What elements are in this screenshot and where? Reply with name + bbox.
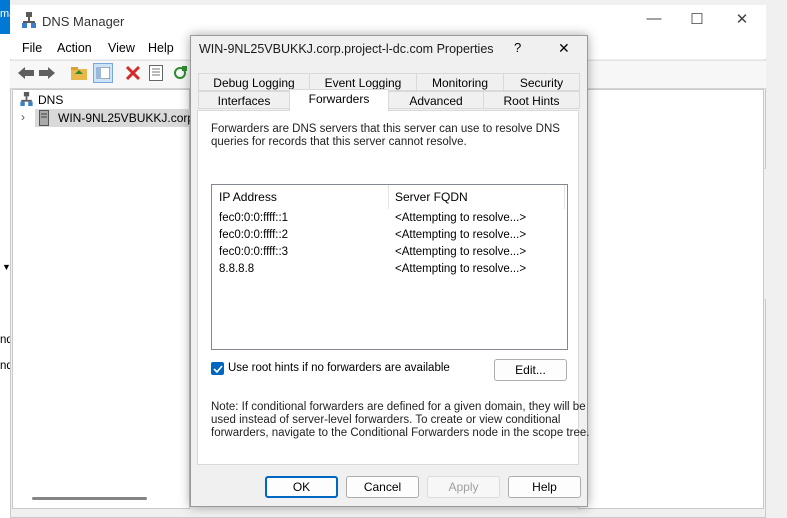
show-hide-tree-icon[interactable] <box>93 63 113 83</box>
close-window-icon[interactable]: ✕ <box>730 10 754 30</box>
column-divider-end <box>564 185 565 209</box>
row-3-ip[interactable]: fec0:0:0:ffff::3 <box>219 246 288 258</box>
column-divider <box>388 185 389 209</box>
note-line-2: used instead of server-level forwarders.… <box>211 414 561 426</box>
delete-icon[interactable] <box>124 64 142 82</box>
console-tree <box>12 89 190 509</box>
dialog-close-icon[interactable]: ✕ <box>558 40 570 57</box>
results-pane <box>578 89 764 509</box>
row-2-ip[interactable]: fec0:0:0:ffff::2 <box>219 229 288 241</box>
tab-forwarders[interactable]: Forwarders <box>289 89 389 110</box>
active-tab-joiner <box>290 108 388 111</box>
help-button[interactable]: Help <box>508 476 581 498</box>
ok-button[interactable]: OK <box>265 476 338 498</box>
forward-icon[interactable] <box>38 64 56 82</box>
menu-help[interactable]: Help <box>148 41 174 55</box>
row-4-ip[interactable]: 8.8.8.8 <box>219 263 254 275</box>
tab-advanced[interactable]: Advanced <box>388 91 484 109</box>
root-hints-label[interactable]: Use root hints if no forwarders are avai… <box>228 362 450 374</box>
tab-interfaces[interactable]: Interfaces <box>198 91 290 109</box>
menu-action[interactable]: Action <box>57 41 92 55</box>
note-line-1: Note: If conditional forwarders are defi… <box>211 401 586 413</box>
tree-root-dns[interactable]: DNS <box>38 93 63 107</box>
description-line-2: queries for records that this server can… <box>211 136 467 148</box>
refresh-icon[interactable] <box>171 64 189 82</box>
maximize-icon[interactable]: ☐ <box>685 10 709 30</box>
column-server-fqdn[interactable]: Server FQDN <box>395 190 468 204</box>
window-title: DNS Manager <box>42 14 125 29</box>
menu-view[interactable]: View <box>108 41 135 55</box>
horizontal-scrollbar[interactable] <box>32 497 147 500</box>
properties-icon[interactable] <box>147 64 165 82</box>
minimize-icon[interactable]: — <box>642 10 666 30</box>
row-2-fqdn[interactable]: <Attempting to resolve...> <box>395 229 526 241</box>
back-icon[interactable] <box>17 64 35 82</box>
desktop-edge <box>0 0 10 518</box>
cancel-button[interactable]: Cancel <box>346 476 419 498</box>
row-3-fqdn[interactable]: <Attempting to resolve...> <box>395 246 526 258</box>
up-folder-icon[interactable] <box>70 64 88 82</box>
tab-monitoring[interactable]: Monitoring <box>416 73 504 91</box>
menu-file[interactable]: File <box>22 41 42 55</box>
checkmark-icon <box>212 364 223 373</box>
note-line-3: forwarders, navigate to the Conditional … <box>211 427 590 439</box>
server-icon <box>39 110 49 129</box>
background-window-edge: ma <box>0 0 15 34</box>
edit-button[interactable]: Edit... <box>494 359 567 381</box>
dialog-title: WIN-9NL25VBUKKJ.corp.project-l-dc.com Pr… <box>199 42 494 56</box>
column-ip-address[interactable]: IP Address <box>219 190 277 204</box>
tab-root-hints[interactable]: Root Hints <box>483 91 580 109</box>
tree-server-label[interactable]: WIN-9NL25VBUKKJ.corp. <box>58 111 197 125</box>
row-1-fqdn[interactable]: <Attempting to resolve...> <box>395 212 526 224</box>
expand-chevron-icon[interactable]: › <box>21 110 25 124</box>
tab-security[interactable]: Security <box>503 73 580 91</box>
root-hints-checkbox[interactable] <box>211 362 224 375</box>
apply-button[interactable]: Apply <box>427 476 500 498</box>
help-icon[interactable]: ? <box>514 40 521 55</box>
dns-app-icon <box>22 12 36 31</box>
dns-root-icon <box>20 92 33 109</box>
row-1-ip[interactable]: fec0:0:0:ffff::1 <box>219 212 288 224</box>
row-4-fqdn[interactable]: <Attempting to resolve...> <box>395 263 526 275</box>
description-line-1: Forwarders are DNS servers that this ser… <box>211 123 560 135</box>
